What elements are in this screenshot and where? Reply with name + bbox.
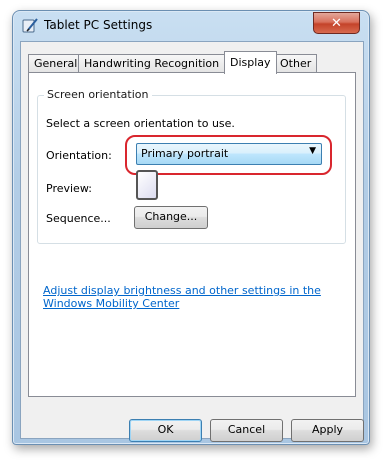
settings-window: Tablet PC Settings ✕ General Handwriting… xyxy=(12,10,370,445)
orientation-label: Orientation: xyxy=(46,149,112,162)
close-icon: ✕ xyxy=(331,15,342,31)
group-title: Screen orientation xyxy=(44,88,152,101)
window-title: Tablet PC Settings xyxy=(44,18,153,32)
ok-button[interactable]: OK xyxy=(129,419,202,442)
chevron-down-icon: ▼ xyxy=(309,146,316,156)
preview-label: Preview: xyxy=(46,182,92,195)
cancel-button[interactable]: Cancel xyxy=(210,419,283,442)
mobility-center-link[interactable]: Adjust display brightness and other sett… xyxy=(43,284,333,310)
display-tab-panel: Screen orientation Select a screen orien… xyxy=(28,72,356,397)
dialog-client-area: General Handwriting Recognition Display … xyxy=(20,41,364,442)
title-bar[interactable]: Tablet PC Settings ✕ xyxy=(13,11,369,41)
change-sequence-button[interactable]: Change... xyxy=(134,206,208,229)
close-button[interactable]: ✕ xyxy=(313,12,360,34)
tab-other[interactable]: Other xyxy=(274,54,318,73)
screen-orientation-group: Screen orientation Select a screen orien… xyxy=(37,88,346,244)
apply-button[interactable]: Apply xyxy=(291,419,364,442)
sequence-label: Sequence... xyxy=(46,212,111,225)
orientation-value: Primary portrait xyxy=(141,147,229,160)
tab-display[interactable]: Display xyxy=(224,51,277,74)
portrait-preview-icon xyxy=(136,170,158,200)
tab-general[interactable]: General xyxy=(28,54,84,73)
orientation-dropdown[interactable]: Primary portrait ▼ xyxy=(136,143,322,165)
tablet-pen-icon xyxy=(22,18,38,33)
tab-handwriting-recognition[interactable]: Handwriting Recognition xyxy=(78,54,226,73)
highlight-ring: Primary portrait ▼ xyxy=(125,135,332,175)
orientation-description: Select a screen orientation to use. xyxy=(46,117,235,130)
